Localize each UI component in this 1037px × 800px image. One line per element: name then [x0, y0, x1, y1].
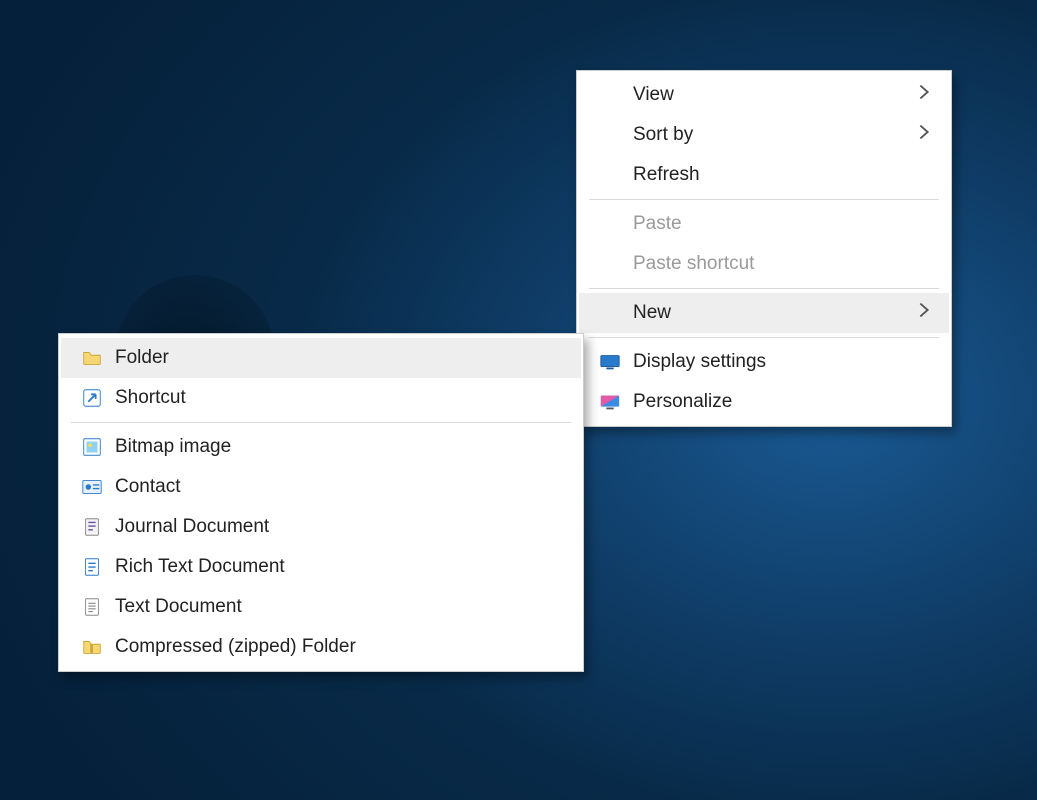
submenu-item-rtf[interactable]: Rich Text Document	[61, 547, 581, 587]
menu-separator	[71, 422, 571, 423]
menu-separator	[589, 199, 939, 200]
menu-item-new[interactable]: New	[579, 293, 949, 333]
menu-item-display-settings[interactable]: Display settings	[579, 342, 949, 382]
menu-item-label: Sort by	[633, 124, 913, 146]
menu-item-paste-shortcut: Paste shortcut	[579, 244, 949, 284]
submenu-arrow-icon	[913, 121, 933, 149]
folder-icon	[69, 347, 115, 369]
submenu-item-contact[interactable]: Contact	[61, 467, 581, 507]
display-settings-icon	[587, 351, 633, 373]
menu-item-sort-by[interactable]: Sort by	[579, 115, 949, 155]
menu-item-label: Paste shortcut	[633, 253, 913, 275]
submenu-item-label: Compressed (zipped) Folder	[115, 636, 565, 658]
shortcut-icon	[69, 387, 115, 409]
bitmap-icon	[69, 436, 115, 458]
submenu-item-label: Contact	[115, 476, 565, 498]
menu-item-label: Personalize	[633, 391, 913, 413]
journal-icon	[69, 516, 115, 538]
new-submenu: Folder Shortcut Bitmap image	[58, 333, 584, 672]
menu-item-paste: Paste	[579, 204, 949, 244]
menu-item-label: Paste	[633, 213, 913, 235]
menu-item-refresh[interactable]: Refresh	[579, 155, 949, 195]
submenu-item-label: Bitmap image	[115, 436, 565, 458]
desktop[interactable]: View Sort by Refresh Paste Paste shortcu…	[0, 0, 1037, 800]
menu-item-personalize[interactable]: Personalize	[579, 382, 949, 422]
menu-item-label: View	[633, 84, 913, 106]
menu-separator	[589, 337, 939, 338]
submenu-item-label: Folder	[115, 347, 565, 369]
menu-item-label: New	[633, 302, 913, 324]
submenu-item-label: Journal Document	[115, 516, 565, 538]
menu-item-label: Refresh	[633, 164, 913, 186]
menu-separator	[589, 288, 939, 289]
submenu-item-label: Rich Text Document	[115, 556, 565, 578]
zip-folder-icon	[69, 636, 115, 658]
submenu-item-folder[interactable]: Folder	[61, 338, 581, 378]
desktop-context-menu: View Sort by Refresh Paste Paste shortcu…	[576, 70, 952, 427]
menu-item-label: Display settings	[633, 351, 913, 373]
text-document-icon	[69, 596, 115, 618]
personalize-icon	[587, 391, 633, 413]
rtf-icon	[69, 556, 115, 578]
contact-icon	[69, 476, 115, 498]
submenu-item-bitmap[interactable]: Bitmap image	[61, 427, 581, 467]
menu-item-view[interactable]: View	[579, 75, 949, 115]
submenu-item-label: Text Document	[115, 596, 565, 618]
submenu-arrow-icon	[913, 299, 933, 327]
submenu-item-journal[interactable]: Journal Document	[61, 507, 581, 547]
submenu-item-label: Shortcut	[115, 387, 565, 409]
submenu-item-zip[interactable]: Compressed (zipped) Folder	[61, 627, 581, 667]
submenu-item-shortcut[interactable]: Shortcut	[61, 378, 581, 418]
submenu-item-txt[interactable]: Text Document	[61, 587, 581, 627]
submenu-arrow-icon	[913, 81, 933, 109]
